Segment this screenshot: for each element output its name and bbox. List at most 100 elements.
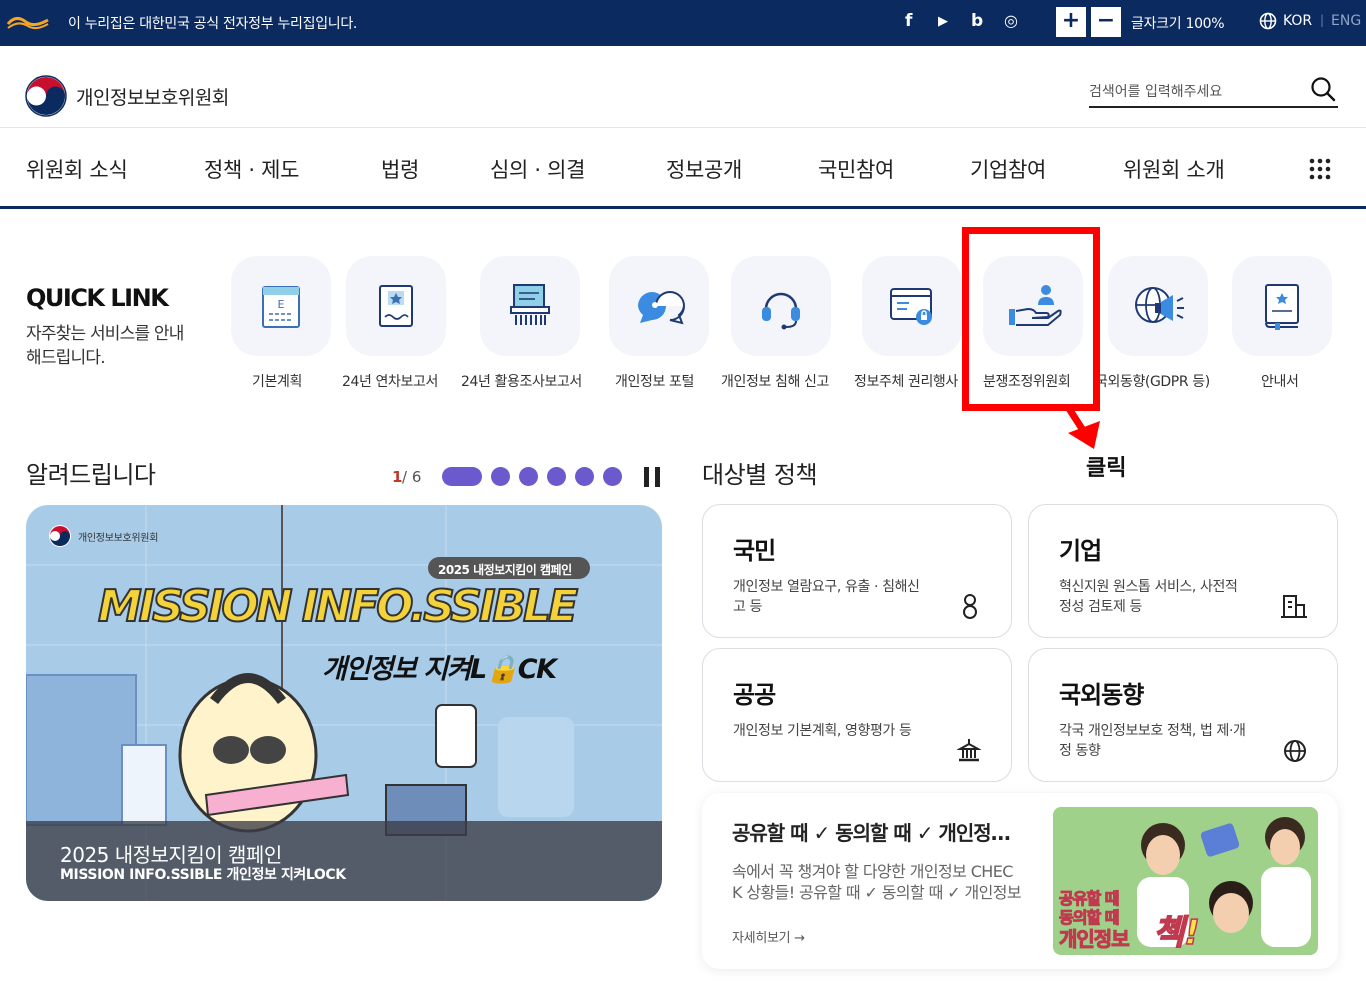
lang-kor-link[interactable]: KOR [1283, 13, 1312, 29]
slide-current-page: 1 [392, 468, 403, 486]
nav-deliberation[interactable]: 심의 · 의결 [490, 154, 586, 184]
policy-card-business[interactable]: 기업 혁신지원 원스톱 서비스, 사전적정성 검토제 등 [1028, 504, 1338, 638]
policy-card-desc: 혁신지원 원스톱 서비스, 사전적정성 검토제 등 [1059, 579, 1238, 615]
policy-card-title: 국민 [733, 537, 776, 565]
banner-headline: MISSION INFO.SSIBLE [97, 580, 579, 633]
svg-text:E: E [278, 298, 285, 311]
policy-card-desc: 각국 개인정보보호 정책, 법 제·개정 동향 [1059, 723, 1246, 759]
nav-citizen-participation[interactable]: 국민참여 [818, 154, 894, 184]
main-navigation: 위원회 소식 정책 · 제도 법령 심의 · 의결 정보공개 국민참여 기업참여… [0, 129, 1366, 209]
notice-banner[interactable]: 개인정보보호위원회 2025 내정보지킴이 캠페인 MISSION INFO.S… [26, 505, 662, 901]
building-icon [1281, 595, 1307, 618]
nav-laws[interactable]: 법령 [381, 154, 419, 184]
nav-business-participation[interactable]: 기업참여 [970, 154, 1046, 184]
quicklink-label-annual-report[interactable]: 24년 연차보고서 [342, 371, 438, 391]
slide-indicator[interactable] [547, 467, 566, 486]
quicklink-label-overseas-trends[interactable]: 국외동향(GDPR 등) [1095, 371, 1210, 391]
promo-thumbnail[interactable]: 공유할 때 동의할 때 개인정보 첵! [1053, 807, 1318, 955]
person-icon [963, 594, 977, 619]
click-annotation-label: 클릭 [1086, 456, 1127, 481]
promo-img-text-info: 개인정보 [1059, 927, 1131, 952]
nav-policy-system[interactable]: 정책 · 제도 [204, 154, 300, 184]
quicklink-item-overseas-trends[interactable] [1108, 256, 1208, 356]
click-arrow-icon [1065, 405, 1100, 449]
slide-total-pages: / 6 [402, 468, 422, 486]
slide-indicator[interactable] [519, 467, 538, 486]
slide-indicator[interactable] [603, 467, 622, 486]
policy-card-title: 공공 [733, 681, 776, 709]
search-input[interactable] [1089, 80, 1299, 104]
quicklink-label-guidebook[interactable]: 안내서 [1261, 371, 1299, 391]
survey-report-icon [510, 284, 550, 325]
headset-icon [762, 292, 800, 330]
nav-info-disclosure[interactable]: 정보공개 [666, 154, 742, 184]
quicklink-item-annual-report[interactable] [346, 256, 446, 356]
quicklink-label-data-subject-rights[interactable]: 정보주체 권리행사 [854, 371, 958, 391]
annual-report-icon [379, 285, 413, 327]
policy-card-desc: 개인정보 기본계획, 영향평가 등 [733, 723, 912, 739]
policy-card-overseas[interactable]: 국외동향 각국 개인정보보호 정책, 법 제·개정 동향 [1028, 648, 1338, 782]
org-name[interactable]: 개인정보보호위원회 [76, 83, 229, 110]
quicklink-label-plan[interactable]: 기본계획 [252, 371, 302, 391]
plan-document-icon: E [262, 286, 300, 328]
gov-notice-bar: 이 누리집은 대한민국 공식 전자정부 누리집입니다. f ▶ b ◎ + − … [0, 0, 1366, 46]
nav-about-committee[interactable]: 위원회 소개 [1123, 154, 1225, 184]
lang-eng-link[interactable]: ENG [1331, 13, 1361, 29]
government-icon [957, 739, 981, 762]
banner-caption-subtitle: MISSION INFO.SSIBLE 개인정보 지켜LOCK [60, 867, 346, 883]
all-menu-grid-icon[interactable] [1308, 157, 1332, 181]
promo-img-text-check: 첵! [1152, 912, 1200, 954]
globe-icon [1284, 740, 1306, 762]
policy-card-title: 국외동향 [1059, 681, 1144, 709]
policy-card-desc: 개인정보 열람요구, 유출 · 침해신고 등 [733, 579, 920, 615]
slide-indicator[interactable] [491, 467, 510, 486]
policy-card-citizen[interactable]: 국민 개인정보 열람요구, 유출 · 침해신고 등 [702, 504, 1012, 638]
portal-chat-icon [638, 291, 685, 325]
promo-desc: 속에서 꼭 챙겨야 할 다양한 개인정보 CHECK 상황들! 공유할 때 ✓ … [732, 862, 1022, 902]
quicklink-title: QUICK LINK [26, 284, 169, 312]
search-icon[interactable] [1310, 76, 1336, 102]
quicklink-item-survey-report[interactable] [480, 256, 580, 356]
global-megaphone-icon [1135, 287, 1184, 323]
banner-subline: 개인정보 지켜L🔒CK [322, 654, 557, 685]
banner-org-label: 개인정보보호위원회 [78, 533, 159, 544]
font-size-decrease-button[interactable]: − [1091, 7, 1121, 37]
quicklink-label-portal[interactable]: 개인정보 포털 [615, 371, 694, 391]
banner-campaign-badge: 2025 내정보지킴이 캠페인 [438, 563, 572, 577]
font-size-increase-button[interactable]: + [1056, 7, 1086, 37]
policy-section-title: 대상별 정책 [702, 461, 818, 489]
promo-title: 공유할 때 ✓ 동의할 때 ✓ 개인정보 CHECK [732, 821, 1022, 845]
rights-lock-icon [890, 288, 932, 325]
facebook-icon[interactable]: f [905, 11, 912, 31]
promo-more-link[interactable]: 자세히보기 → [732, 927, 805, 946]
policy-card-title: 기업 [1059, 537, 1102, 565]
blog-icon[interactable]: b [971, 11, 983, 31]
quicklink-item-data-subject-rights[interactable] [862, 256, 962, 356]
font-size-label: 글자크기 100% [1131, 16, 1225, 32]
taegeuk-emblem-icon[interactable] [24, 74, 68, 118]
slide-indicator-active[interactable] [442, 467, 482, 486]
lang-separator: | [1320, 13, 1325, 27]
youtube-icon[interactable]: ▶ [938, 14, 948, 29]
quicklink-label-report-infringement[interactable]: 개인정보 침해 신고 [721, 371, 829, 391]
quicklink-item-report-infringement[interactable] [731, 256, 831, 356]
instagram-icon[interactable]: ◎ [1004, 11, 1018, 30]
quicklink-item-guidebook[interactable] [1232, 256, 1332, 356]
quicklink-desc: 자주찾는 서비스를 안내해드립니다. [26, 324, 184, 368]
policy-card-public[interactable]: 공공 개인정보 기본계획, 영향평가 등 [702, 648, 1012, 782]
search-box [1089, 76, 1338, 108]
promo-card[interactable]: 공유할 때 ✓ 동의할 때 ✓ 개인정보 CHECK 속에서 꼭 챙겨야 할 다… [702, 793, 1338, 969]
notice-section-title: 알려드립니다 [26, 461, 156, 489]
quicklink-item-portal[interactable] [609, 256, 709, 356]
site-header: 개인정보보호위원회 [0, 46, 1366, 128]
gov-logo-icon [6, 17, 49, 30]
globe-icon [1259, 12, 1277, 30]
guidebook-icon [1265, 284, 1299, 330]
quicklink-item-plan[interactable]: E [231, 256, 331, 356]
slide-pause-button[interactable] [644, 467, 660, 487]
click-highlight-box [962, 227, 1100, 411]
nav-committee-news[interactable]: 위원회 소식 [26, 154, 128, 184]
slide-indicator[interactable] [575, 467, 594, 486]
gov-notice-text: 이 누리집은 대한민국 공식 전자정부 누리집입니다. [68, 16, 358, 32]
quicklink-label-survey-report[interactable]: 24년 활용조사보고서 [461, 371, 582, 391]
